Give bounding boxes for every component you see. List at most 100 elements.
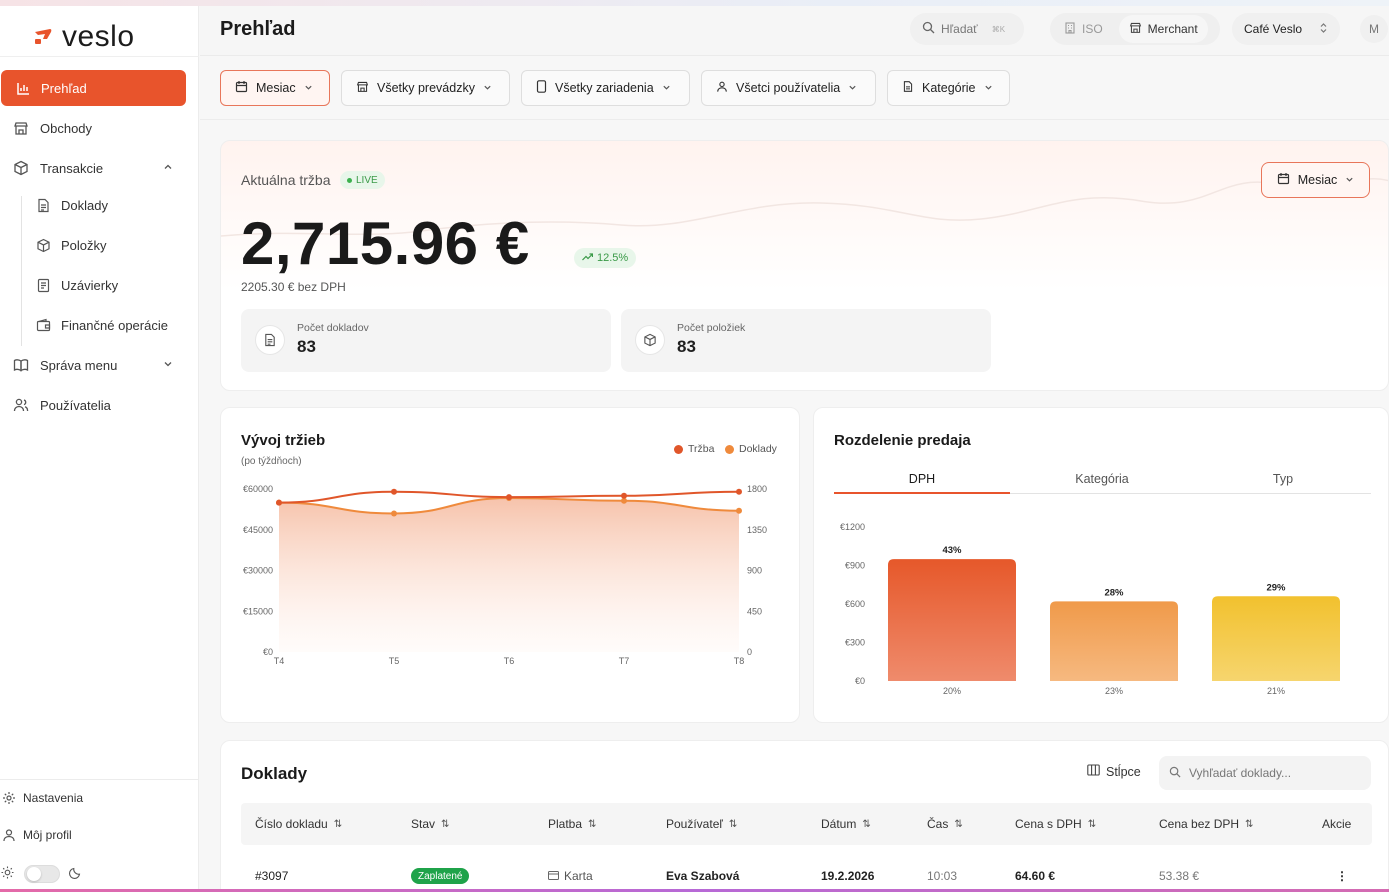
columns-icon	[1087, 764, 1100, 779]
sort-icon: ⇅	[728, 818, 738, 830]
sun-icon	[1, 866, 14, 884]
filter-stores[interactable]: Všetky prevádzky	[341, 70, 510, 106]
revenue-trend-card: Vývoj tržieb (po týždňoch) Tržba Doklady…	[220, 407, 800, 723]
filter-categories[interactable]: Kategórie	[887, 70, 1010, 106]
cell-document-number[interactable]: #3097	[255, 869, 288, 883]
column-header-stav[interactable]: Stav ⇅	[411, 817, 449, 831]
profile-link[interactable]: Môj profil	[0, 817, 199, 853]
y-left-tick-label: €60000	[243, 484, 273, 494]
legend-swatch	[674, 444, 683, 454]
package-icon	[34, 236, 52, 254]
book-icon	[12, 356, 30, 374]
x-tick-label: T8	[734, 656, 745, 666]
data-point-trzba	[736, 488, 742, 495]
status-badge: Zaplatené	[411, 868, 470, 884]
role-switch: ISO Merchant	[1050, 13, 1220, 45]
cell-price-vat: 64.60 €	[1015, 869, 1056, 883]
settings-link[interactable]: Nastavenia	[0, 780, 199, 816]
data-point-trzba	[391, 488, 397, 495]
column-header-cena-s-dph[interactable]: Cena s DPH ⇅	[1015, 817, 1096, 831]
y-left-tick-label: €0	[263, 647, 273, 657]
logo[interactable]: veslo	[32, 20, 135, 54]
receipt-icon	[34, 276, 52, 294]
sidebar-item-sprava-menu[interactable]: Správa menu	[0, 347, 199, 383]
gear-icon	[0, 789, 18, 807]
columns-label: Stĺpce	[1106, 764, 1141, 779]
chevron-up-icon[interactable]	[163, 162, 173, 175]
device-icon	[536, 80, 547, 96]
sidebar-item-uzavierky[interactable]: Uzávierky	[0, 267, 199, 303]
merchant-role-button[interactable]: Merchant	[1118, 15, 1208, 43]
card-subtitle: (po týždňoch)	[241, 456, 302, 467]
sidebar-item-label: Doklady	[61, 197, 108, 213]
user-icon	[0, 826, 18, 844]
trend-badge: 12.5%	[574, 248, 637, 268]
y-left-tick-label: €45000	[243, 525, 273, 535]
stat-label: Počet položiek	[677, 322, 746, 334]
stat-items: Počet položiek 83	[621, 309, 991, 372]
user-icon	[716, 80, 728, 96]
live-badge: LIVE	[340, 171, 385, 189]
sidebar-item-transakcie[interactable]: Transakcie	[0, 150, 199, 186]
column-header-pouzivatel[interactable]: Používateľ ⇅	[666, 817, 737, 831]
y-tick-label: €900	[845, 561, 865, 571]
more-actions-icon[interactable]: ⋮	[1336, 869, 1348, 883]
filter-devices[interactable]: Všetky zariadenia	[521, 70, 690, 106]
bar	[888, 559, 1016, 681]
trend-value: 12.5%	[597, 252, 629, 264]
column-header-datum[interactable]: Dátum ⇅	[821, 817, 871, 831]
filter-label: Všetci používatelia	[736, 81, 841, 95]
x-tick-label: 20%	[943, 686, 961, 696]
sidebar-item-doklady[interactable]: Doklady	[0, 187, 199, 223]
columns-button[interactable]: Stĺpce	[1087, 764, 1141, 779]
filter-users[interactable]: Všetci používatelia	[701, 70, 876, 106]
bar-chart: €0 €300 €600 €900 €1200 43% 20% 28% 23% 29% 21%	[840, 522, 1340, 696]
building-icon	[1064, 21, 1076, 37]
tab-dph[interactable]: DPH	[834, 472, 1010, 486]
global-search[interactable]: Hľadať ⌘K	[910, 13, 1024, 45]
store-select-value: Café Veslo	[1244, 22, 1303, 36]
data-point-doklady	[391, 510, 397, 517]
search-icon	[922, 21, 935, 37]
sidebar-item-prehlad[interactable]: Prehľad	[1, 70, 186, 106]
stat-value: 83	[297, 337, 316, 356]
chevron-down-icon	[848, 83, 857, 94]
documents-search-input[interactable]: Vyhľadať doklady...	[1189, 766, 1291, 780]
revenue-amount: 2,715.96 €	[241, 210, 530, 277]
documents-search[interactable]: Vyhľadať doklady...	[1159, 756, 1371, 790]
sidebar-item-polozky[interactable]: Položky	[0, 227, 199, 263]
filter-period[interactable]: Mesiac	[220, 70, 330, 106]
x-tick-label: T6	[504, 656, 515, 666]
divider	[0, 56, 199, 57]
sidebar-item-label: Obchody	[40, 120, 93, 136]
y-right-tick-label: 450	[747, 606, 762, 616]
sidebar-item-obchody[interactable]: Obchody	[0, 110, 199, 146]
bar-data-label: 29%	[1266, 582, 1286, 593]
avatar[interactable]: M	[1360, 15, 1388, 43]
iso-role-button[interactable]: ISO	[1054, 21, 1113, 37]
sidebar-item-label: Finančné operácie	[61, 317, 168, 333]
tab-kategoria[interactable]: Kategória	[1014, 472, 1190, 486]
column-header-cas[interactable]: Čas ⇅	[927, 817, 963, 831]
sort-icon: ⇅	[441, 818, 450, 830]
top-header: Prehľad Hľadať ⌘K ISO Merchant Café Vesl…	[200, 6, 1389, 56]
y-tick-label: €600	[845, 599, 865, 609]
doklady-area-fill	[279, 498, 739, 652]
chevron-down-icon[interactable]	[163, 359, 173, 372]
column-header-platba[interactable]: Platba ⇅	[548, 817, 596, 831]
chevron-down-icon	[662, 83, 671, 94]
theme-toggle[interactable]	[24, 865, 60, 883]
x-tick-label: T7	[619, 656, 630, 666]
users-icon	[12, 396, 30, 414]
sidebar-item-pouzivatelia[interactable]: Používatelia	[0, 387, 199, 423]
card-title: Rozdelenie predaja	[834, 432, 971, 449]
tab-typ[interactable]: Typ	[1195, 472, 1371, 486]
column-header-cislo[interactable]: Číslo dokladu ⇅	[255, 817, 342, 831]
store-select[interactable]: Café Veslo	[1232, 13, 1340, 45]
filter-label: Mesiac	[256, 81, 296, 95]
column-header-cena-bez-dph[interactable]: Cena bez DPH ⇅	[1159, 817, 1253, 831]
sidebar-item-financne-operacie[interactable]: Finančné operácie	[0, 307, 199, 343]
period-button[interactable]: Mesiac	[1261, 162, 1370, 198]
line-chart: €0 €15000 €30000 €45000 €60000 0 450 900 1350 180…	[243, 484, 767, 666]
bar-data-label: 43%	[942, 545, 962, 556]
